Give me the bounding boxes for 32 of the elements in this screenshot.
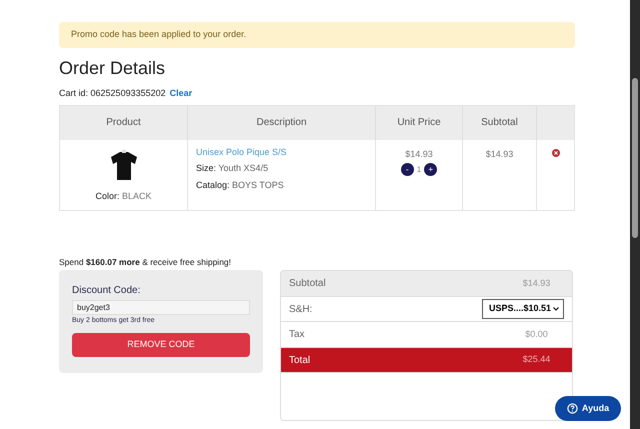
- column-header: Product: [60, 106, 188, 140]
- summary-value: $0.00: [524, 328, 549, 341]
- summary-value: $25.44: [522, 353, 552, 366]
- product-size: Size: Youth XS4/5: [196, 162, 270, 175]
- help-icon: [566, 403, 578, 414]
- alert-message: Promo code has been applied to your order.: [71, 28, 246, 42]
- clear-link[interactable]: Clear: [170, 87, 192, 100]
- shipping-select[interactable]: USPS....$10.51: [482, 299, 564, 319]
- discount-label: Discount Code:: [72, 284, 142, 298]
- cart-id: Cart id: 062525093355202: [59, 87, 166, 100]
- column-header: Subtotal: [463, 106, 537, 140]
- help-button[interactable]: Ayuda: [555, 396, 621, 421]
- summary-label: S&H:: [289, 302, 312, 316]
- unit-price: $14.93: [405, 148, 433, 160]
- product-color: Color: BLACK: [95, 190, 152, 202]
- discount-input[interactable]: buy2get3: [72, 300, 250, 316]
- row-subtotal: $14.93: [486, 148, 514, 160]
- product-catalog: Catalog: BOYS TOPS: [196, 178, 285, 192]
- summary-value: $14.93: [522, 276, 552, 290]
- remove-icon[interactable]: [552, 148, 560, 156]
- column-header: Description: [188, 106, 376, 140]
- quantity: 1: [416, 164, 422, 176]
- increase-button[interactable]: +: [424, 163, 438, 176]
- column-header: Unit Price: [376, 106, 463, 140]
- decrease-button[interactable]: -: [400, 163, 414, 176]
- summary-label: Total: [289, 354, 310, 368]
- remove-code-button[interactable]: REMOVE CODE: [72, 332, 250, 357]
- shipping-note: Spend $160.07 more & receive free shipping!: [59, 256, 232, 268]
- chevron-icon: [553, 307, 559, 311]
- summary-label: Subtotal: [289, 277, 326, 291]
- summary-label: Tax: [289, 328, 305, 342]
- page-title: Order Details: [59, 57, 166, 79]
